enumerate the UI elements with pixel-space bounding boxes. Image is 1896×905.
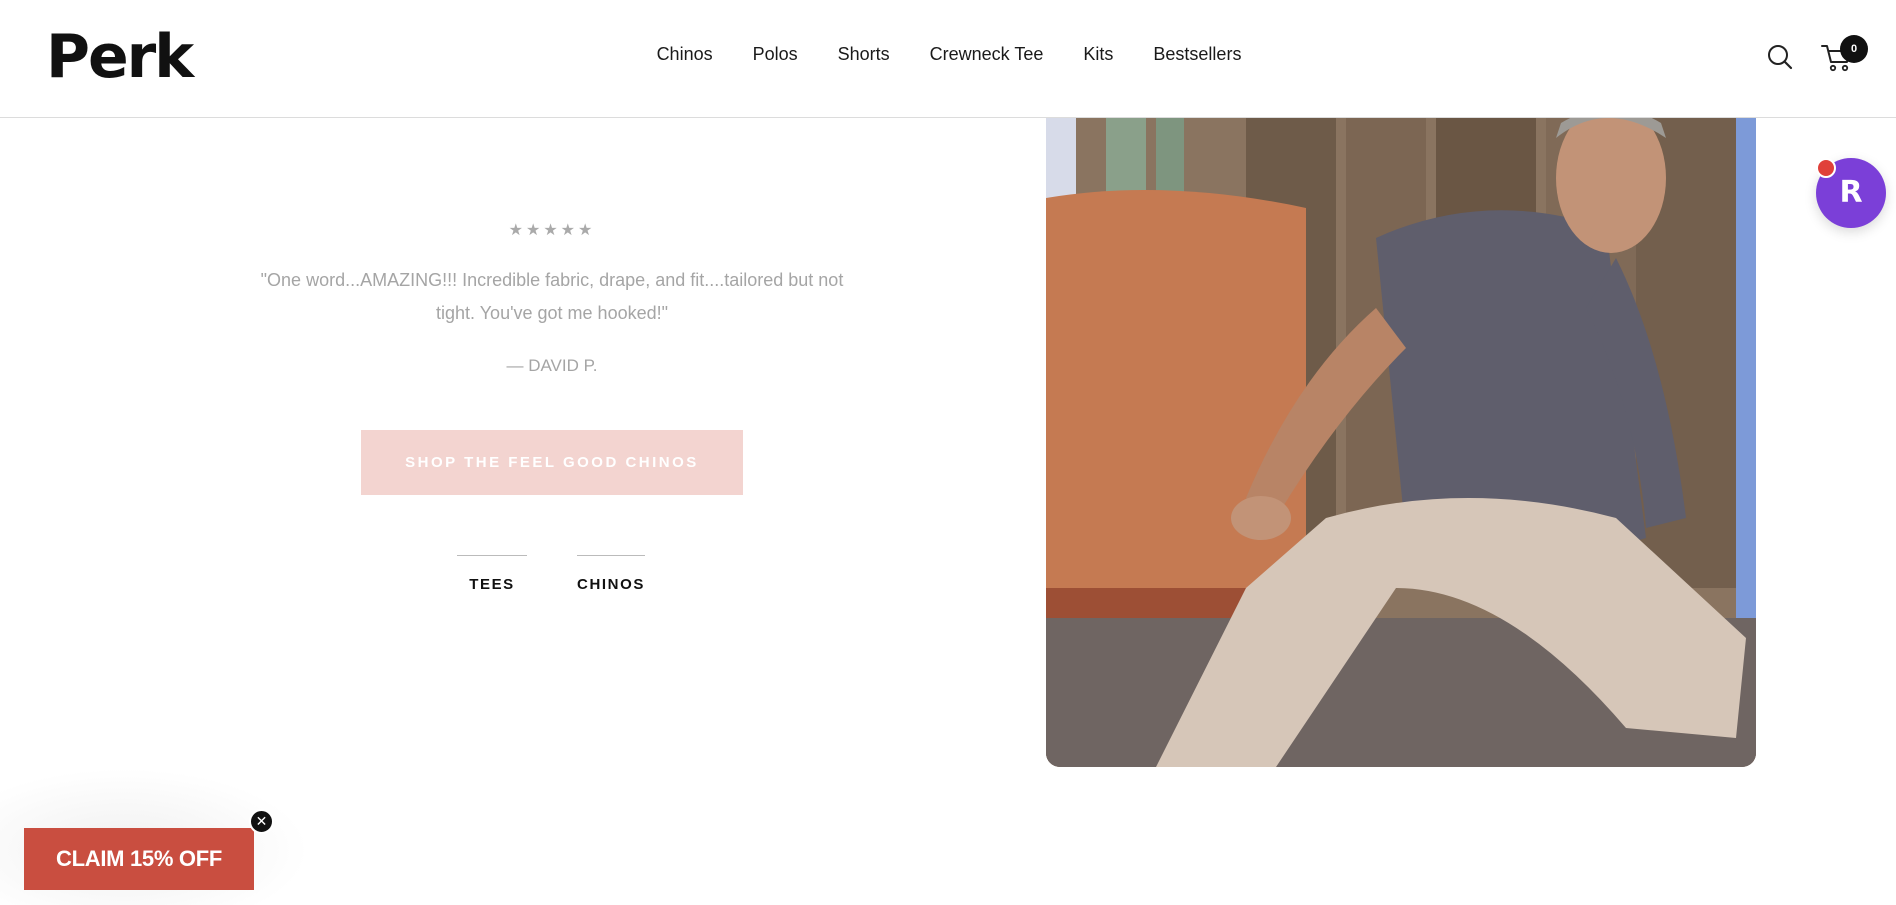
- testimonial-quote: "One word...AMAZING!!! Incredible fabric…: [260, 270, 844, 323]
- nav-item-polos[interactable]: Polos: [753, 44, 798, 65]
- tab-chinos[interactable]: CHINOS: [577, 555, 645, 593]
- shop-chinos-button[interactable]: SHOP THE FEEL GOOD CHINOS: [361, 430, 743, 495]
- search-icon[interactable]: [1766, 43, 1794, 71]
- site-header: Perk Chinos Polos Shorts Crewneck Tee Ki…: [0, 0, 1896, 118]
- claim-discount-button[interactable]: CLAIM 15% OFF: [24, 828, 254, 890]
- rating-stars: ★★★★★: [508, 222, 596, 239]
- cart-count-badge: 0: [1840, 35, 1868, 63]
- notification-dot-icon: [1816, 158, 1836, 178]
- nav-item-crewneck-tee[interactable]: Crewneck Tee: [930, 44, 1044, 65]
- nav-item-chinos[interactable]: Chinos: [657, 44, 713, 65]
- tab-tees[interactable]: TEES: [457, 555, 527, 593]
- main-nav: Chinos Polos Shorts Crewneck Tee Kits Be…: [0, 44, 1896, 65]
- close-icon[interactable]: ✕: [249, 809, 274, 834]
- testimonial: ★★★★★ "One word...AMAZING!!! Incredible …: [250, 220, 854, 376]
- nav-item-bestsellers[interactable]: Bestsellers: [1153, 44, 1241, 65]
- testimonial-author: — DAVID P.: [506, 356, 598, 375]
- product-photo: [1046, 118, 1756, 767]
- nav-item-kits[interactable]: Kits: [1083, 44, 1113, 65]
- nav-item-shorts[interactable]: Shorts: [838, 44, 890, 65]
